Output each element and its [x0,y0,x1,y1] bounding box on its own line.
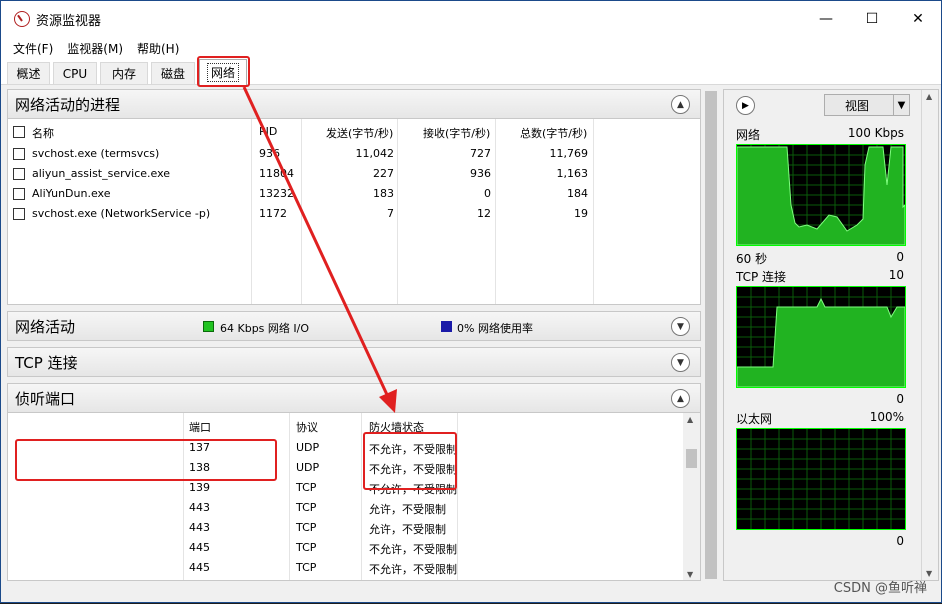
resource-monitor-window: 资源监视器 — ☐ ✕ 文件(F) 监视器(M) 帮助(H) 概述 CPU 内存… [0,0,942,603]
annotation-arrow [242,86,397,413]
watermark: CSDN @鱼听禅 [833,581,927,596]
